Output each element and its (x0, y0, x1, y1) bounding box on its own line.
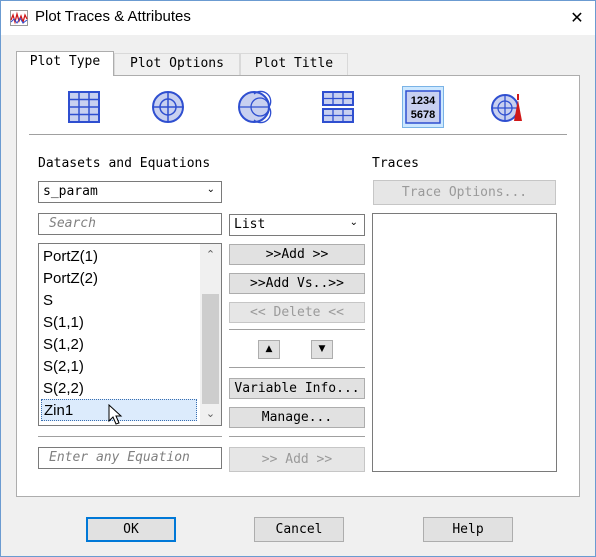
smith-chart-icon (238, 90, 272, 124)
app-icon (10, 10, 28, 26)
search-placeholder: Search (49, 216, 96, 231)
plot-type-polar[interactable] (147, 86, 189, 128)
tab-label: Plot Options (130, 56, 224, 71)
cancel-button[interactable]: Cancel (254, 517, 344, 542)
dataset-variable-list[interactable]: PortZ(1) PortZ(2) S S(1,1) S(1,2) S(2,1)… (38, 243, 222, 426)
plot-type-stacked[interactable] (317, 86, 359, 128)
close-button[interactable]: ✕ (559, 1, 595, 35)
antenna-plot-icon (491, 94, 522, 122)
scroll-up-icon[interactable]: ⌃ (200, 244, 221, 266)
close-icon: ✕ (570, 8, 584, 27)
scroll-down-icon[interactable]: ⌄ (200, 404, 221, 425)
delete-button[interactable]: << Delete << (229, 302, 365, 323)
equation-placeholder: Enter any Equation (49, 450, 190, 465)
stacked-rectangular-plot-icon (322, 91, 354, 123)
list-table-icon: 1234 5678 (405, 90, 441, 124)
variable-info-button[interactable]: Variable Info... (229, 378, 365, 399)
tab-plot-options[interactable]: Plot Options (114, 53, 240, 75)
list-item[interactable]: S(1,1) (41, 312, 197, 334)
middle-divider-2 (229, 367, 365, 368)
dataset-select[interactable]: s_param ⌄ (38, 181, 222, 203)
mouse-cursor-icon (108, 404, 123, 425)
traces-label: Traces (372, 156, 419, 171)
tab-label: Plot Title (254, 56, 334, 71)
plot-type-antenna[interactable] (487, 86, 529, 128)
add-vs-button[interactable]: >>Add Vs..>> (229, 273, 365, 294)
triangle-down-icon: ▼ (318, 344, 326, 354)
manage-button[interactable]: Manage... (229, 407, 365, 428)
tab-label: Plot Type (29, 54, 101, 69)
equation-divider (38, 436, 222, 437)
list-item[interactable]: S(2,2) (41, 378, 197, 400)
list-item[interactable]: S (41, 290, 197, 312)
traces-list[interactable] (372, 213, 557, 472)
equation-input[interactable]: Enter any Equation (38, 447, 222, 469)
rectangular-plot-icon (68, 91, 100, 123)
add-button[interactable]: >>Add >> (229, 244, 365, 265)
move-down-button[interactable]: ▼ (311, 340, 333, 359)
help-button[interactable]: Help (423, 517, 513, 542)
dataset-select-value: s_param (43, 184, 98, 199)
middle-divider-1 (229, 329, 365, 330)
move-up-button[interactable]: ▲ (258, 340, 280, 359)
window-title: Plot Traces & Attributes (35, 8, 191, 25)
icon-row-divider (29, 134, 567, 135)
add-equation-button[interactable]: >> Add >> (229, 447, 365, 472)
search-input[interactable]: Search (38, 213, 222, 235)
middle-divider-3 (229, 436, 365, 437)
polar-plot-icon (152, 91, 184, 123)
triangle-up-icon: ▲ (265, 344, 273, 354)
list-item[interactable]: PortZ(2) (41, 268, 197, 290)
list-icon-text-top: 1234 (411, 95, 436, 107)
list-item[interactable]: S(2,1) (41, 356, 197, 378)
plot-type-rectangular[interactable] (63, 86, 105, 128)
list-icon-text-bottom: 5678 (411, 109, 435, 121)
ok-button[interactable]: OK (86, 517, 176, 542)
title-bar: Plot Traces & Attributes ✕ (1, 1, 595, 35)
list-item[interactable]: S(1,2) (41, 334, 197, 356)
trace-options-button[interactable]: Trace Options... (373, 180, 556, 205)
view-mode-value: List (234, 217, 266, 232)
datasets-label: Datasets and Equations (38, 156, 211, 171)
tab-plot-title[interactable]: Plot Title (240, 53, 348, 75)
chevron-down-icon: ⌄ (349, 217, 358, 228)
scroll-thumb[interactable] (202, 294, 219, 404)
list-scrollbar[interactable]: ⌃ ⌄ (200, 244, 221, 425)
plot-type-list[interactable]: 1234 5678 (402, 86, 444, 128)
dialog-window: Plot Traces & Attributes ✕ Plot Type Plo… (0, 0, 596, 557)
list-item[interactable]: PortZ(1) (41, 246, 197, 268)
chevron-down-icon: ⌄ (206, 184, 215, 195)
plot-type-smith[interactable] (233, 86, 275, 128)
view-mode-select[interactable]: List ⌄ (229, 214, 365, 236)
tab-plot-type[interactable]: Plot Type (16, 51, 114, 76)
